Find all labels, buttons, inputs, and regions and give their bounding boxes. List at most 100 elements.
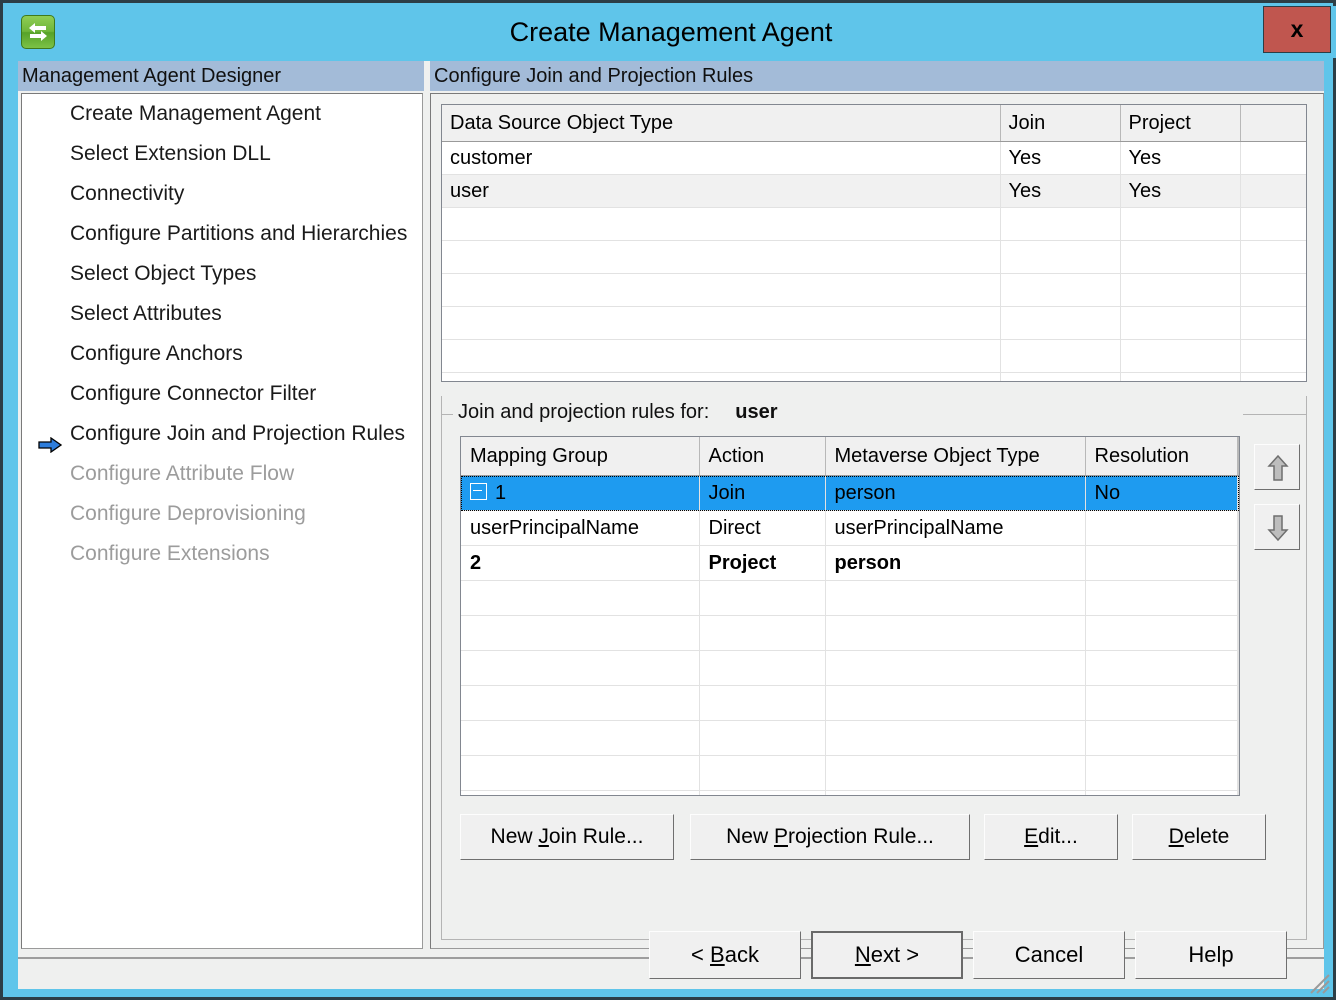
groupbox-border-right (1243, 414, 1307, 415)
resize-grip-icon[interactable] (1309, 973, 1331, 995)
next-button[interactable]: Next > (811, 931, 963, 979)
cell-empty (1237, 650, 1239, 686)
sidebar-item-configure-join-and-projection-rules[interactable]: Configure Join and Projection Rules (22, 414, 422, 454)
column-header[interactable]: Mapping Group (461, 437, 700, 476)
sidebar-item-label: Select Extension DLL (70, 142, 271, 165)
cell-empty (1237, 755, 1239, 791)
cell-mapping-group: 2 (461, 545, 700, 581)
cell-empty (1240, 240, 1306, 274)
sidebar-item-select-object-types[interactable]: Select Object Types (22, 254, 422, 294)
right-panel-header: Configure Join and Projection Rules (430, 61, 1324, 91)
move-rule-up-button[interactable] (1254, 444, 1300, 490)
column-header[interactable]: Data Source Object Type (442, 105, 1001, 142)
mapping-rules-grid[interactable]: Mapping Group Action Metaverse Object Type… (460, 436, 1240, 796)
cell-blank (1237, 475, 1239, 511)
cell-empty (442, 273, 1001, 307)
cell-empty (1000, 207, 1121, 241)
cell-empty (442, 339, 1001, 373)
move-down-icon (1267, 515, 1289, 542)
cell-metaverse-object-type: person (825, 545, 1086, 581)
cell-empty (1085, 685, 1238, 721)
table-row[interactable]: 2 Project person (461, 545, 1239, 581)
cell-mapping-group: 1 (461, 475, 700, 511)
column-header[interactable]: Join (1000, 105, 1121, 142)
sidebar-item-create-management-agent[interactable]: Create Management Agent (22, 94, 422, 134)
sidebar-item-configure-anchors[interactable]: Configure Anchors (22, 334, 422, 374)
cell-empty (825, 650, 1086, 686)
column-header[interactable] (1240, 105, 1306, 142)
sidebar-item-connectivity[interactable]: Connectivity (22, 174, 422, 214)
sidebar-item-label: Configure Partitions and Hierarchies (70, 222, 408, 245)
cell-blank (1240, 174, 1306, 208)
sidebar-item-label: Configure Deprovisioning (70, 502, 306, 525)
cell-empty (699, 755, 826, 791)
cell-empty (699, 580, 826, 616)
cell-empty (1240, 207, 1306, 241)
table-row[interactable]: 1 Join person No (461, 475, 1239, 511)
cell-empty (1085, 755, 1238, 791)
column-header[interactable] (1237, 437, 1239, 476)
sidebar-item-label: Connectivity (70, 182, 185, 205)
help-button[interactable]: Help (1135, 931, 1287, 979)
new-join-rule-button[interactable]: New Join Rule... (460, 814, 674, 860)
sidebar-item-configure-partitions-and-hierarchies[interactable]: Configure Partitions and Hierarchies (22, 214, 422, 254)
cell-blank (1237, 545, 1239, 581)
data-source-object-type-grid[interactable]: Data Source Object Type Join Project custo… (441, 104, 1307, 382)
close-icon[interactable]: x (1263, 6, 1331, 53)
delete-rule-button[interactable]: Delete (1132, 814, 1266, 860)
table-row[interactable]: userPrincipalName Direct userPrincipalName (461, 510, 1239, 546)
cell-empty (1120, 372, 1241, 381)
column-header[interactable]: Action (699, 437, 826, 476)
cell-join: Yes (1000, 141, 1121, 175)
table-row-empty (442, 306, 1306, 340)
cell-empty (825, 720, 1086, 756)
cell-empty (699, 615, 826, 651)
column-header[interactable]: Project (1120, 105, 1241, 142)
cell-empty (699, 790, 826, 795)
cell-empty (442, 306, 1001, 340)
cell-empty (461, 720, 700, 756)
cell-empty (442, 207, 1001, 241)
cell-empty (1120, 273, 1241, 307)
table-row[interactable]: user Yes Yes (442, 174, 1306, 208)
cell-join: Yes (1000, 174, 1121, 208)
table-row[interactable]: customer Yes Yes (442, 141, 1306, 175)
left-panel-header: Management Agent Designer (18, 61, 424, 91)
sidebar-item-configure-connector-filter[interactable]: Configure Connector Filter (22, 374, 422, 414)
cell-empty (461, 685, 700, 721)
cell-empty (1240, 372, 1306, 381)
current-step-arrow-icon (38, 427, 63, 454)
cell-empty (1120, 306, 1241, 340)
cancel-button[interactable]: Cancel (973, 931, 1125, 979)
table-row-empty (461, 685, 1239, 721)
wizard-content-panel: Data Source Object Type Join Project custo… (430, 93, 1324, 949)
cell-empty (1237, 790, 1239, 795)
client-area: Management Agent Designer Configure Join… (18, 61, 1324, 989)
groupbox-label: Join and projection rules for: user (454, 401, 786, 424)
sidebar-item-label: Configure Anchors (70, 342, 243, 365)
sidebar-item-label: Configure Join and Projection Rules (70, 422, 406, 445)
table-row-empty (442, 240, 1306, 274)
table-row-empty (442, 372, 1306, 381)
move-rule-down-button[interactable] (1254, 504, 1300, 550)
cell-empty (699, 650, 826, 686)
cell-project: Yes (1120, 141, 1241, 175)
cell-empty (461, 790, 700, 795)
back-button[interactable]: < Back (649, 931, 801, 979)
wizard-step-list: Create Management Agent Select Extension … (21, 93, 423, 949)
edit-rule-button[interactable]: Edit... (984, 814, 1118, 860)
groupbox-border-corner (441, 414, 442, 422)
sidebar-item-select-attributes[interactable]: Select Attributes (22, 294, 422, 334)
join-projection-rules-groupbox: Join and projection rules for: user Mappi… (441, 396, 1307, 940)
collapse-expander-icon[interactable] (470, 483, 487, 501)
new-projection-rule-button[interactable]: New Projection Rule... (690, 814, 970, 860)
sidebar-item-select-extension-dll[interactable]: Select Extension DLL (22, 134, 422, 174)
table-row-empty (442, 207, 1306, 241)
cell-action: Project (699, 545, 826, 581)
cell-action: Direct (699, 510, 826, 546)
column-header[interactable]: Metaverse Object Type (825, 437, 1086, 476)
column-header[interactable]: Resolution (1085, 437, 1238, 476)
cell-empty (442, 240, 1001, 274)
sidebar-item-configure-attribute-flow: Configure Attribute Flow (22, 454, 422, 494)
cell-empty (1237, 615, 1239, 651)
